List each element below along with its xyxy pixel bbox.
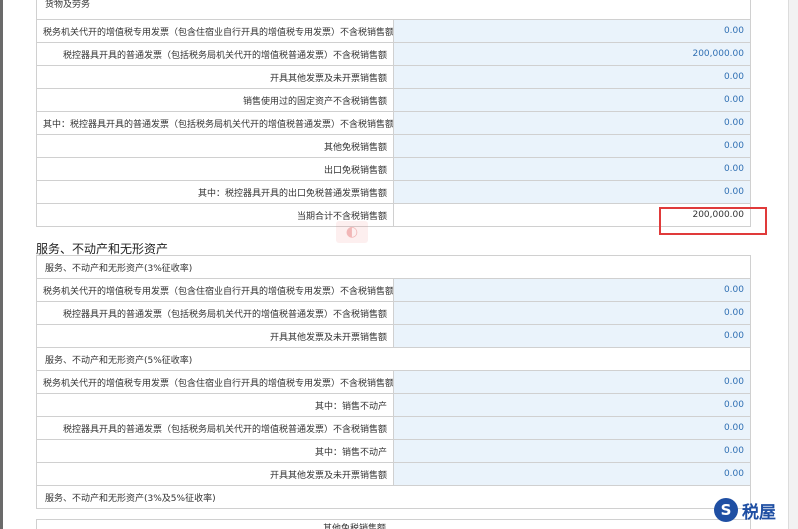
window-edge xyxy=(0,0,3,529)
table-row-partial: 其他免税销售额 xyxy=(36,519,751,529)
table-row: 税务机关代开的增值税专用发票（包含住宿业自行开具的增值税专用发票）不含税销售额 … xyxy=(36,278,751,302)
row-label: 其他免税销售额 xyxy=(322,524,386,529)
amount-input[interactable]: 0.00 xyxy=(393,157,751,181)
row-label: 税控器具开具的普通发票（包括税务局机关代开的增值税普通发票）不含税销售额 xyxy=(36,301,394,325)
amount-input[interactable]: 0.00 xyxy=(393,111,751,135)
amount-input[interactable]: 0.00 xyxy=(393,180,751,204)
brand-logo: S 税屋 xyxy=(714,497,776,523)
row-label: 税控器具开具的普通发票（包括税务局机关代开的增值税普通发票）不含税销售额 xyxy=(36,416,394,440)
table-row: 其中：税控器具开具的普通发票（包括税务局机关代开的增值税普通发票）不含税销售额 … xyxy=(36,111,751,135)
table-row: 税务机关代开的增值税专用发票（包含住宿业自行开具的增值税专用发票）不含税销售额 … xyxy=(36,19,751,43)
row-label: 销售使用过的固定资产不含税销售额 xyxy=(36,88,394,112)
table-row: 税控器具开具的普通发票（包括税务局机关代开的增值税普通发票）不含税销售额 0.0… xyxy=(36,301,751,325)
row-label: 税务机关代开的增值税专用发票（包含住宿业自行开具的增值税专用发票）不含税销售额 xyxy=(36,370,394,394)
table-row: 开具其他发票及未开票销售额 0.00 xyxy=(36,462,751,486)
goods-section-header-label: 货物及劳务 xyxy=(45,0,91,10)
row-label: 其中：销售不动产 xyxy=(36,393,394,417)
goods-section-header: 货物及劳务 xyxy=(36,0,751,19)
total-highlight-box xyxy=(659,207,767,235)
group-header-row: 服务、不动产和无形资产(3%征收率) xyxy=(36,255,751,279)
row-label: 其他免税销售额 xyxy=(36,134,394,158)
table-row: 其他免税销售额 0.00 xyxy=(36,134,751,158)
logo-text: 税屋 xyxy=(742,502,776,523)
table-row: 税控器具开具的普通发票（包括税务局机关代开的增值税普通发票）不含税销售额 200… xyxy=(36,42,751,66)
row-label: 税务机关代开的增值税专用发票（包含住宿业自行开具的增值税专用发票）不含税销售额 xyxy=(36,19,394,43)
amount-input[interactable]: 0.00 xyxy=(393,19,751,43)
row-label: 税务机关代开的增值税专用发票（包含住宿业自行开具的增值税专用发票）不含税销售额 xyxy=(36,278,394,302)
table-row: 税控器具开具的普通发票（包括税务局机关代开的增值税普通发票）不含税销售额 0.0… xyxy=(36,416,751,440)
amount-input[interactable]: 0.00 xyxy=(393,88,751,112)
services-3-table: 服务、不动产和无形资产(3%征收率) 税务机关代开的增值税专用发票（包含住宿业自… xyxy=(36,255,751,509)
table-row: 开具其他发票及未开票销售额 0.00 xyxy=(36,65,751,89)
table-row: 其中：税控器具开具的出口免税普通发票销售额 0.00 xyxy=(36,180,751,204)
amount-input[interactable]: 0.00 xyxy=(393,462,751,486)
amount-input[interactable]: 0.00 xyxy=(393,301,751,325)
group-header-row: 服务、不动产和无形资产(5%征收率) xyxy=(36,347,751,371)
row-label: 其中：税控器具开具的普通发票（包括税务局机关代开的增值税普通发票）不含税销售额 xyxy=(36,111,394,135)
table-row: 税务机关代开的增值税专用发票（包含住宿业自行开具的增值税专用发票）不含税销售额 … xyxy=(36,370,751,394)
row-label: 开具其他发票及未开票销售额 xyxy=(36,462,394,486)
row-label: 其中：销售不动产 xyxy=(36,439,394,463)
group-header-3pct: 服务、不动产和无形资产(3%征收率) xyxy=(36,255,751,279)
group-header-row: 服务、不动产和无形资产(3%及5%征收率) xyxy=(36,485,751,509)
table-row-total: 当期合计不含税销售额 200,000.00 xyxy=(36,203,751,227)
table-row: 其中：销售不动产 0.00 xyxy=(36,393,751,417)
goods-table: 税务机关代开的增值税专用发票（包含住宿业自行开具的增值税专用发票）不含税销售额 … xyxy=(36,19,751,227)
group-header-5pct: 服务、不动产和无形资产(5%征收率) xyxy=(36,347,751,371)
group-header-3-5pct: 服务、不动产和无形资产(3%及5%征收率) xyxy=(36,485,751,509)
amount-input[interactable]: 0.00 xyxy=(393,393,751,417)
amount-input[interactable]: 0.00 xyxy=(393,416,751,440)
amount-input[interactable]: 0.00 xyxy=(393,65,751,89)
row-label: 其中：税控器具开具的出口免税普通发票销售额 xyxy=(36,180,394,204)
row-label: 开具其他发票及未开票销售额 xyxy=(36,65,394,89)
amount-input[interactable]: 0.00 xyxy=(393,439,751,463)
table-row: 销售使用过的固定资产不含税销售额 0.00 xyxy=(36,88,751,112)
row-label: 税控器具开具的普通发票（包括税务局机关代开的增值税普通发票）不含税销售额 xyxy=(36,42,394,66)
table-row: 出口免税销售额 0.00 xyxy=(36,157,751,181)
scrollbar[interactable] xyxy=(788,0,798,529)
table-row: 其中：销售不动产 0.00 xyxy=(36,439,751,463)
declaration-form-page: 货物及劳务 税务机关代开的增值税专用发票（包含住宿业自行开具的增值税专用发票）不… xyxy=(0,0,798,529)
amount-input[interactable]: 0.00 xyxy=(393,134,751,158)
amount-input[interactable]: 0.00 xyxy=(393,324,751,348)
row-label: 开具其他发票及未开票销售额 xyxy=(36,324,394,348)
watermark-icon: ◐ xyxy=(336,221,368,243)
amount-input[interactable]: 0.00 xyxy=(393,370,751,394)
amount-input[interactable]: 0.00 xyxy=(393,278,751,302)
row-label: 出口免税销售额 xyxy=(36,157,394,181)
amount-input[interactable]: 200,000.00 xyxy=(393,42,751,66)
table-row: 开具其他发票及未开票销售额 0.00 xyxy=(36,324,751,348)
logo-icon: S xyxy=(714,498,738,522)
